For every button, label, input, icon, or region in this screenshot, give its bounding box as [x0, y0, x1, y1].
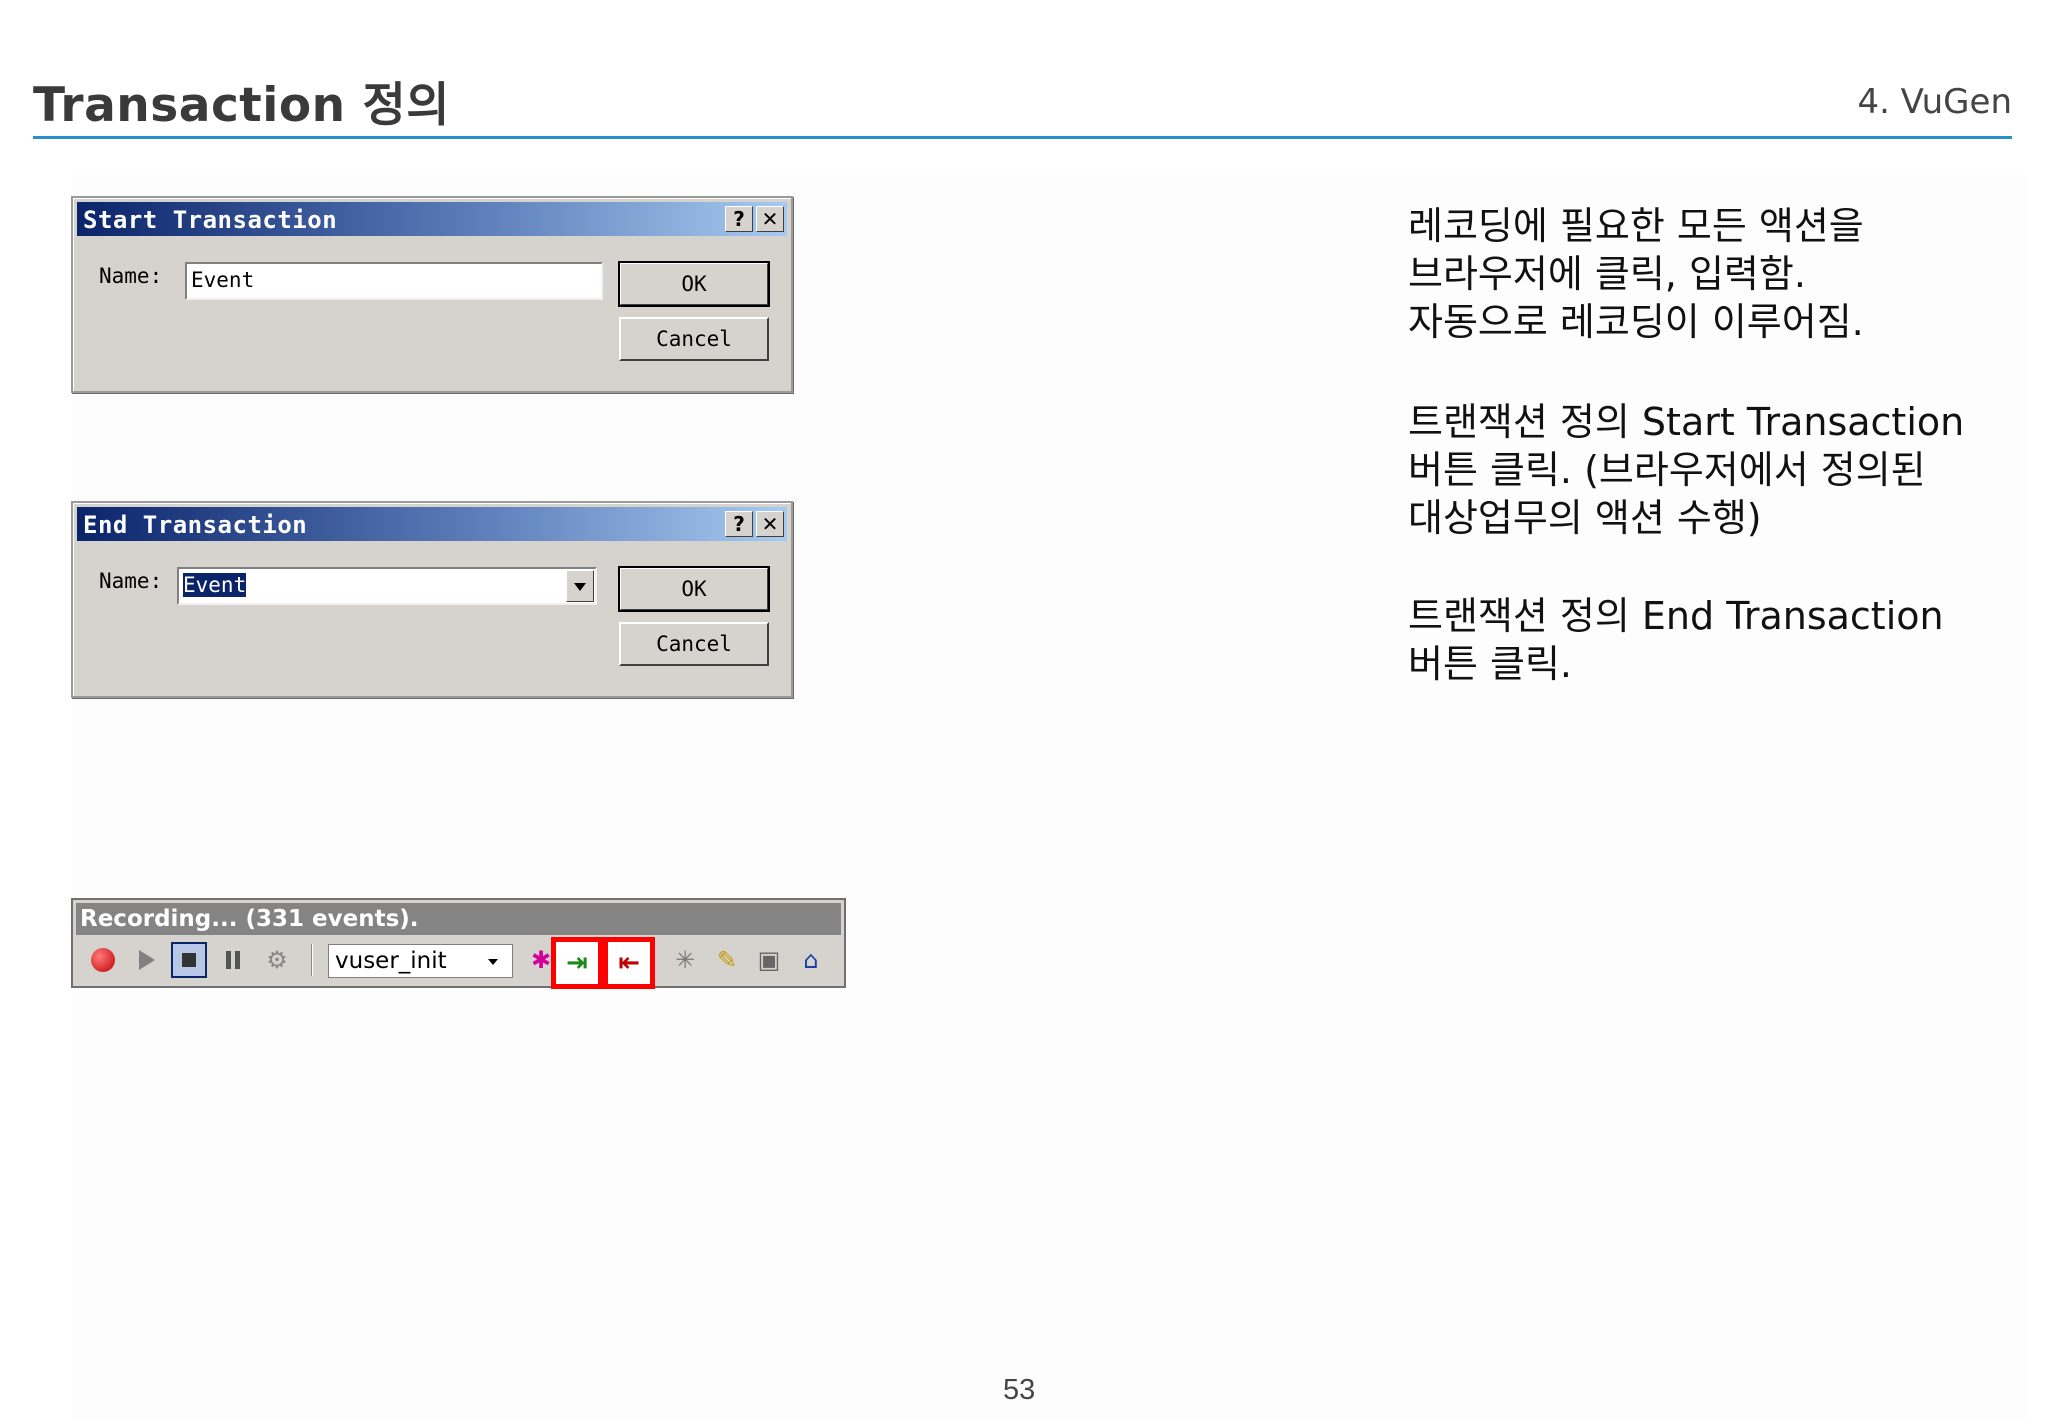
insert-start-transaction-icon: ⇥ — [566, 948, 588, 978]
help-button[interactable]: ? — [725, 511, 753, 537]
name-combobox[interactable]: Event — [177, 567, 597, 605]
dialog-title: Start Transaction — [83, 206, 338, 234]
close-button[interactable]: ✕ — [756, 511, 784, 537]
action-icon[interactable]: ⌂ — [793, 942, 829, 978]
dialog-titlebar[interactable]: End Transaction ? ✕ — [77, 507, 787, 541]
chevron-down-icon[interactable] — [566, 570, 594, 602]
cancel-button[interactable]: Cancel — [619, 622, 769, 666]
text-check-icon[interactable]: ▣ — [751, 942, 787, 978]
description-paragraph-1: 레코딩에 필요한 모든 액션을 브라우저에 클릭, 입력함. 자동으로 레코딩이… — [1408, 204, 1864, 344]
ok-button[interactable]: OK — [618, 566, 770, 612]
recording-status: Recording... (331 events). — [76, 903, 841, 935]
toolbar-separator — [311, 944, 313, 976]
play-icon[interactable] — [129, 942, 165, 978]
start-transaction-button[interactable]: ⇥ — [551, 937, 603, 989]
comment-icon[interactable]: ✎ — [709, 942, 745, 978]
page-title: Transaction 정의 — [33, 78, 450, 133]
name-selected-value: Event — [183, 573, 247, 597]
record-icon[interactable] — [85, 942, 121, 978]
close-button[interactable]: ✕ — [756, 206, 784, 232]
ok-button[interactable]: OK — [618, 261, 770, 307]
cancel-button[interactable]: Cancel — [619, 317, 769, 361]
chevron-down-icon[interactable] — [483, 946, 505, 976]
stop-icon[interactable] — [171, 942, 207, 978]
help-button[interactable]: ? — [725, 206, 753, 232]
pause-icon[interactable] — [215, 942, 251, 978]
insert-end-transaction-icon: ⇤ — [618, 948, 640, 978]
start-transaction-dialog: Start Transaction ? ✕ Name: Event OK Can… — [71, 196, 793, 393]
description-paragraph-2: 트랜잭션 정의 Start Transaction 버튼 클릭. (브라우저에서… — [1408, 400, 1965, 540]
section-label: 4. VuGen — [1857, 82, 2012, 122]
dialog-titlebar[interactable]: Start Transaction ? ✕ — [77, 202, 787, 236]
name-label: Name: — [99, 569, 163, 593]
rendezvous-icon[interactable]: ✳ — [667, 942, 703, 978]
name-input[interactable]: Event — [185, 262, 603, 300]
title-divider — [33, 136, 2012, 139]
end-transaction-button[interactable]: ⇤ — [603, 937, 655, 989]
name-label: Name: — [99, 264, 163, 288]
dialog-title: End Transaction — [83, 511, 308, 539]
description-paragraph-3: 트랜잭션 정의 End Transaction 버튼 클릭. — [1408, 594, 1944, 686]
settings-icon[interactable]: ⚙ — [259, 942, 295, 978]
recording-toolbar: Recording... (331 events). ⚙ vuser_init … — [71, 898, 846, 989]
page-number: 53 — [1003, 1374, 1036, 1406]
end-transaction-dialog: End Transaction ? ✕ Name: Event OK Cance… — [71, 501, 793, 698]
